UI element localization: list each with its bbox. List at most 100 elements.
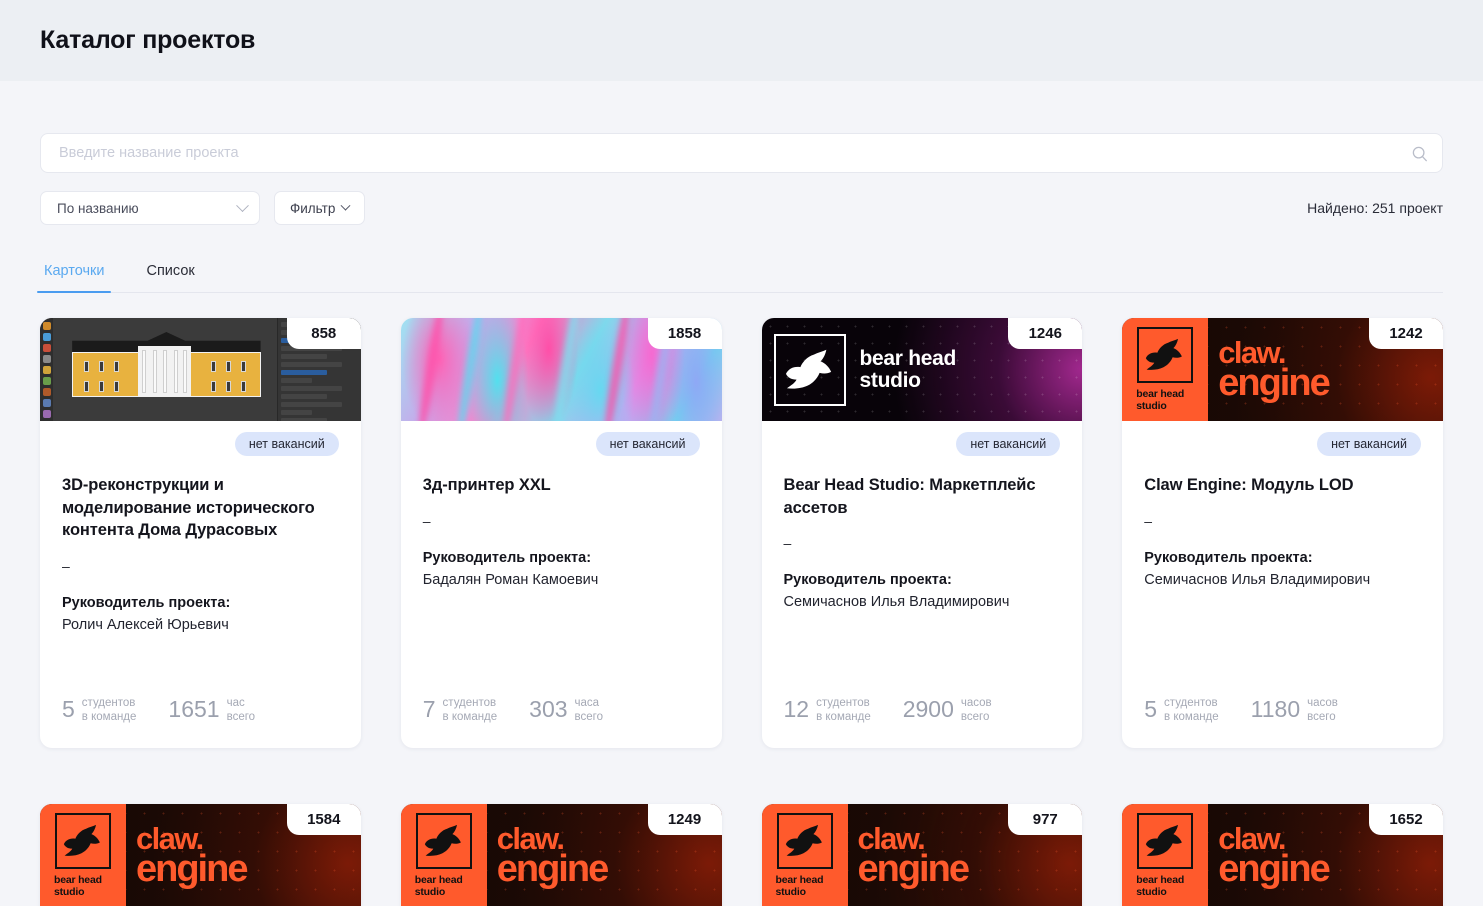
project-lead-name: Ролич Алексей Юрьевич <box>62 616 229 633</box>
card-stats: 5 студентов в команде 1651 час всего <box>62 696 339 748</box>
bear-sublabel-line1: bear head <box>54 874 102 887</box>
students-label-line2: в команде <box>81 710 137 723</box>
search-input[interactable] <box>41 134 1442 172</box>
project-card-grid: 858 нет вакансий 3D-реконструкции и моде… <box>40 318 1443 748</box>
bear-head-icon <box>55 813 111 870</box>
controls-row: По названию Фильтр Найдено: 251 проект <box>40 191 1443 225</box>
bear-head-icon <box>773 333 846 406</box>
card-body: нет вакансий 3д-принтер XXL – Руководите… <box>401 421 722 748</box>
building-model <box>64 332 269 405</box>
claw-engine-wordmark: claw. engine <box>136 822 248 890</box>
bear-head-studio-logo: bear head studio <box>1122 318 1209 421</box>
project-thumbnail: 858 <box>40 318 361 421</box>
hours-label-line2: всего <box>1307 710 1336 723</box>
bear-head-sublabel: bear head studio <box>775 874 824 898</box>
vacancy-badge: нет вакансий <box>1317 432 1421 456</box>
bear-head-icon <box>1137 327 1194 384</box>
bear-head-icon <box>776 813 833 870</box>
page-title: Каталог проектов <box>40 26 256 54</box>
project-thumbnail: bear head studio claw. engine 977 <box>761 804 1083 906</box>
project-card-grid-row2: bear head studio claw. engine 1584 нет в… <box>40 804 1443 906</box>
students-count: 12 <box>783 696 810 723</box>
card-stats: 7 студентов в команде 303 часа всего <box>423 696 700 748</box>
vacancy-badge: нет вакансий <box>956 432 1061 456</box>
bear-head-sublabel: bear head studio <box>54 874 102 898</box>
badge-row: нет вакансий <box>423 432 700 456</box>
students-label: студентов в команде <box>82 696 137 724</box>
chevron-down-icon <box>236 198 249 212</box>
students-stat: 5 студентов в команде <box>62 696 136 724</box>
bear-wordmark-line2: studio <box>859 368 922 392</box>
project-card[interactable]: bear head studio claw. engine 1584 нет в… <box>40 804 361 906</box>
project-thumbnail: bear head studio claw. engine 1652 <box>1122 804 1443 906</box>
tab-list[interactable]: Список <box>142 263 198 292</box>
project-lead-name: Бадалян Роман Камоевич <box>422 571 599 588</box>
project-id-chip: 1652 <box>1369 804 1443 835</box>
claw-wordmark-line2: engine <box>496 847 609 890</box>
students-label-line2: в команде <box>442 710 498 723</box>
bear-sublabel-line1: bear head <box>1136 874 1185 887</box>
filter-button-label: Фильтр <box>290 200 336 216</box>
project-card[interactable]: bear head studio 1246 нет вакансий Bear … <box>761 318 1083 748</box>
hours-label-line2: всего <box>960 710 990 723</box>
search-box[interactable] <box>40 133 1443 173</box>
project-subtitle: – <box>422 512 431 529</box>
project-thumbnail: bear head studio 1246 <box>761 318 1083 421</box>
project-card[interactable]: 1858 нет вакансий 3д-принтер XXL – Руков… <box>400 318 722 748</box>
project-card[interactable]: bear head studio claw. engine 1652 3 вак… <box>1122 804 1443 906</box>
project-card[interactable]: bear head studio claw. engine 1249 нет в… <box>400 804 722 906</box>
bear-head-studio-logo: bear head studio <box>40 804 126 906</box>
students-count: 7 <box>422 696 436 723</box>
bear-sublabel-line1: bear head <box>775 874 824 887</box>
bear-head-sublabel: bear head studio <box>1136 388 1185 412</box>
hours-stat: 303 часа всего <box>529 696 603 724</box>
claw-engine-wordmark: claw. engine <box>1218 336 1330 401</box>
students-stat: 5 студентов в команде <box>1144 696 1218 724</box>
bear-head-icon <box>415 813 472 870</box>
hours-label-line1: часа <box>574 696 600 709</box>
project-lead-label: Руководитель проекта: <box>62 594 231 611</box>
project-lead-label: Руководитель проекта: <box>1144 549 1313 566</box>
project-card[interactable]: bear head studio claw. engine 1242 нет в… <box>1122 318 1443 748</box>
project-lead-label: Руководитель проекта: <box>422 549 592 566</box>
project-id-chip: 977 <box>1008 804 1083 835</box>
students-label: студентов в команде <box>816 696 871 724</box>
project-thumbnail: 1858 <box>400 318 722 421</box>
students-label-line2: в команде <box>816 710 871 723</box>
project-id-chip: 1242 <box>1369 318 1443 349</box>
search-icon[interactable] <box>1410 144 1428 162</box>
project-thumbnail: bear head studio claw. engine 1242 <box>1122 318 1443 421</box>
page-header: Каталог проектов <box>0 0 1483 81</box>
sort-select-value: По названию <box>57 200 139 216</box>
sort-select[interactable]: По названию <box>40 191 260 225</box>
tab-cards[interactable]: Карточки <box>36 263 112 293</box>
badge-row: нет вакансий <box>62 432 339 456</box>
bear-sublabel-line2: studio <box>54 885 85 898</box>
bear-head-studio-logo: bear head studio <box>761 804 848 906</box>
filter-button[interactable]: Фильтр <box>274 191 366 225</box>
hours-count: 1651 <box>168 696 220 723</box>
project-card[interactable]: bear head studio claw. engine 977 нет ва… <box>761 804 1083 906</box>
bear-head-sublabel: bear head studio <box>415 874 463 898</box>
card-stats: 12 студентов в команде 2900 часов всего <box>784 696 1061 748</box>
students-label: студентов в команде <box>1164 696 1219 724</box>
project-id-chip: 858 <box>286 318 361 349</box>
chevron-down-icon <box>340 200 351 211</box>
hours-label-line1: часов <box>1307 696 1338 709</box>
students-stat: 7 студентов в команде <box>423 696 497 724</box>
claw-wordmark-line2: engine <box>857 847 970 890</box>
project-lead-name: Семичаснов Илья Владимирович <box>783 594 1010 611</box>
claw-wordmark-line2: engine <box>136 847 248 890</box>
claw-wordmark-line2: engine <box>1218 847 1330 890</box>
hours-count: 2900 <box>902 696 954 723</box>
hours-count: 303 <box>529 696 568 723</box>
project-id-chip: 1858 <box>647 318 722 349</box>
students-count: 5 <box>62 696 75 723</box>
bear-sublabel-line1: bear head <box>1136 388 1185 401</box>
main-content: По названию Фильтр Найдено: 251 проект К… <box>0 81 1483 906</box>
bear-head-wordmark: bear head studio <box>859 347 957 392</box>
project-card[interactable]: 858 нет вакансий 3D-реконструкции и моде… <box>40 318 361 748</box>
students-stat: 12 студентов в команде <box>784 696 871 724</box>
project-thumbnail: bear head studio claw. engine 1249 <box>400 804 722 906</box>
results-count: Найдено: 251 проект <box>1307 200 1443 216</box>
